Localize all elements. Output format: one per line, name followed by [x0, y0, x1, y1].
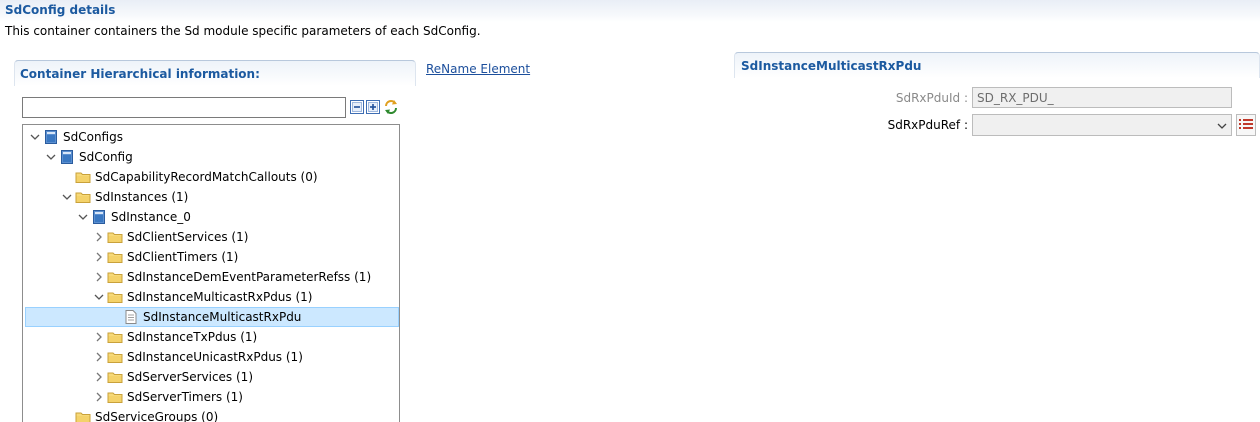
- chevron-right-icon[interactable]: [93, 271, 105, 283]
- chevron-right-icon[interactable]: [93, 231, 105, 243]
- tree-item[interactable]: SdServerServices (1): [23, 367, 399, 387]
- folder-icon: [107, 349, 123, 365]
- expand-all-icon[interactable]: [366, 100, 380, 114]
- folder-icon: [107, 249, 123, 265]
- tree-item-label: SdCapabilityRecordMatchCallouts (0): [95, 170, 318, 184]
- hierarchy-title: Container Hierarchical information:: [20, 67, 260, 81]
- tree-item[interactable]: SdClientTimers (1): [23, 247, 399, 267]
- chevron-right-icon[interactable]: [93, 391, 105, 403]
- chevron-down-icon: [1217, 120, 1227, 130]
- header-band: [0, 0, 1260, 22]
- tree-item-label: SdServerTimers (1): [127, 390, 243, 404]
- tree-item-label: SdInstance_0: [111, 210, 191, 224]
- tree-item-label: SdInstanceMulticastRxPdus (1): [127, 290, 313, 304]
- tree-item-label: SdServerServices (1): [127, 370, 253, 384]
- module-icon: [43, 129, 59, 145]
- sd-rx-pdu-ref-label: SdRxPduRef :: [887, 118, 968, 132]
- chevron-down-icon[interactable]: [29, 131, 41, 143]
- page-description: This container containers the Sd module …: [5, 24, 481, 38]
- tree-item-label: SdInstanceDemEventParameterRefss (1): [127, 270, 372, 284]
- chevron-down-icon[interactable]: [61, 191, 73, 203]
- folder-icon: [107, 329, 123, 345]
- tree-item[interactable]: SdInstanceUnicastRxPdus (1): [23, 347, 399, 367]
- tree-filter-input[interactable]: [22, 97, 346, 118]
- tree-item-label: SdClientServices (1): [127, 230, 249, 244]
- module-icon: [91, 209, 107, 225]
- chevron-right-icon[interactable]: [93, 251, 105, 263]
- reference-list-button[interactable]: [1236, 114, 1256, 136]
- chevron-down-icon[interactable]: [93, 291, 105, 303]
- tree-item[interactable]: SdInstanceMulticastRxPdus (1): [23, 287, 399, 307]
- tree-item[interactable]: SdInstanceTxPdus (1): [23, 327, 399, 347]
- tree-item[interactable]: SdInstanceDemEventParameterRefss (1): [23, 267, 399, 287]
- tree-item[interactable]: SdCapabilityRecordMatchCallouts (0): [23, 167, 399, 187]
- folder-icon: [107, 289, 123, 305]
- tree-item-label: SdConfigs: [63, 130, 123, 144]
- tree-item-label: SdInstances (1): [95, 190, 189, 204]
- sd-rx-pdu-id-field[interactable]: [972, 87, 1232, 108]
- folder-icon: [107, 389, 123, 405]
- details-title: SdInstanceMulticastRxPdu: [741, 59, 922, 73]
- tree-item[interactable]: SdServiceGroups (0): [23, 407, 399, 422]
- folder-icon: [107, 369, 123, 385]
- folder-icon: [75, 409, 91, 422]
- module-icon: [59, 149, 75, 165]
- tree-item-label: SdInstanceMulticastRxPdu: [143, 310, 302, 324]
- chevron-right-icon[interactable]: [93, 371, 105, 383]
- tree-item[interactable]: SdConfigs: [23, 127, 399, 147]
- collapse-all-icon[interactable]: [350, 100, 364, 114]
- tree-item-label: SdInstanceUnicastRxPdus (1): [127, 350, 303, 364]
- container-tree[interactable]: SdConfigs SdConfig SdCapabilityRecordMatch…: [22, 124, 400, 422]
- chevron-right-icon[interactable]: [93, 331, 105, 343]
- chevron-down-icon[interactable]: [77, 211, 89, 223]
- tree-item[interactable]: SdServerTimers (1): [23, 387, 399, 407]
- tree-item[interactable]: SdConfig: [23, 147, 399, 167]
- folder-icon: [75, 169, 91, 185]
- folder-icon: [107, 229, 123, 245]
- tree-item[interactable]: SdClientServices (1): [23, 227, 399, 247]
- tree-item-label: SdServiceGroups (0): [95, 410, 219, 422]
- tree-item[interactable]: SdInstance_0: [23, 207, 399, 227]
- tree-item-label: SdConfig: [79, 150, 133, 164]
- sd-rx-pdu-ref-combo[interactable]: [972, 114, 1232, 136]
- sync-icon[interactable]: [382, 98, 400, 116]
- rename-element-link[interactable]: ReName Element: [426, 62, 530, 76]
- sd-rx-pdu-id-label: SdRxPduId :: [895, 91, 968, 105]
- document-icon: [123, 309, 139, 325]
- chevron-right-icon[interactable]: [93, 351, 105, 363]
- tree-item-label: SdInstanceTxPdus (1): [127, 330, 258, 344]
- tree-item-label: SdClientTimers (1): [127, 250, 239, 264]
- tree-item[interactable]: SdInstanceMulticastRxPdu: [23, 307, 399, 327]
- folder-icon: [107, 269, 123, 285]
- page-title: SdConfig details: [5, 3, 116, 17]
- folder-icon: [75, 189, 91, 205]
- tree-item[interactable]: SdInstances (1): [23, 187, 399, 207]
- chevron-down-icon[interactable]: [45, 151, 57, 163]
- list-icon: [1239, 118, 1253, 133]
